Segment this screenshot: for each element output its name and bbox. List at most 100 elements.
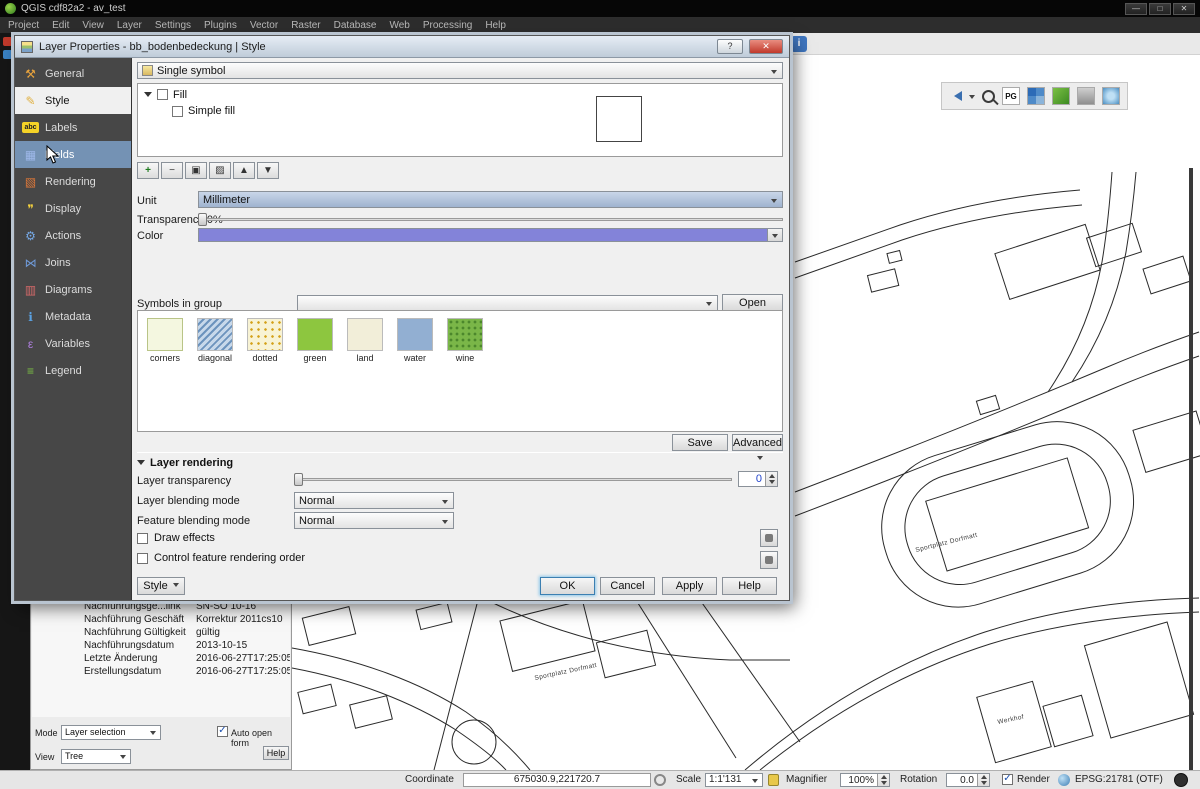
- draw-effects-checkbox[interactable]: [137, 533, 148, 544]
- menu-database[interactable]: Database: [334, 20, 377, 31]
- messages-icon[interactable]: [1174, 773, 1188, 787]
- color-dropdown-icon[interactable]: [767, 229, 782, 241]
- result-row[interactable]: Erstellungsdatum2016-06-27T17:25:05: [32, 665, 290, 678]
- renderer-combo[interactable]: Single symbol: [137, 62, 783, 79]
- result-row[interactable]: Nachführungsdatum2013-10-15: [32, 639, 290, 652]
- sidebar-item-display[interactable]: ❞Display: [15, 195, 131, 222]
- sidebar-item-style[interactable]: ✎Style: [15, 87, 131, 114]
- tree-item-simple-fill[interactable]: Simple fill: [172, 105, 235, 117]
- postgis-icon[interactable]: PG: [1002, 87, 1020, 105]
- menu-raster[interactable]: Raster: [291, 20, 320, 31]
- symbol-swatch[interactable]: water: [395, 318, 435, 363]
- spin-arrows-icon[interactable]: [977, 774, 989, 786]
- unit-combo[interactable]: Millimeter: [198, 191, 783, 208]
- apply-button[interactable]: Apply: [662, 577, 717, 595]
- effects-options-button[interactable]: [760, 529, 778, 547]
- sidebar-item-general[interactable]: ⚒General: [15, 60, 131, 87]
- collapse-icon[interactable]: [137, 460, 145, 469]
- result-row[interactable]: Nachführung GeschäftKorrektur 2011cs10: [32, 613, 290, 626]
- layer-blending-combo[interactable]: Normal: [294, 492, 454, 509]
- spin-arrows-icon[interactable]: [877, 774, 889, 786]
- dialog-close-icon[interactable]: ✕: [749, 39, 783, 54]
- panel-help-button[interactable]: Help: [263, 746, 289, 760]
- menu-project[interactable]: Project: [8, 20, 39, 31]
- minimize-button[interactable]: —: [1125, 3, 1147, 15]
- sidebar-item-metadata[interactable]: ℹMetadata: [15, 303, 131, 330]
- color-button[interactable]: [198, 228, 783, 242]
- symbol-swatch[interactable]: land: [345, 318, 385, 363]
- menu-settings[interactable]: Settings: [155, 20, 191, 31]
- menu-layer[interactable]: Layer: [117, 20, 142, 31]
- menu-processing[interactable]: Processing: [423, 20, 472, 31]
- sidebar-item-rendering[interactable]: ▧Rendering: [15, 168, 131, 195]
- spin-arrows-icon[interactable]: [765, 472, 777, 486]
- close-button[interactable]: ✕: [1173, 3, 1195, 15]
- open-library-button[interactable]: Open Library: [722, 294, 783, 311]
- remove-symbol-layer-button[interactable]: −: [161, 162, 183, 179]
- wms-layer-icon[interactable]: [1102, 87, 1120, 105]
- render-checkbox[interactable]: [1002, 774, 1013, 785]
- tree-item-fill[interactable]: Fill: [144, 88, 187, 101]
- add-symbol-layer-button[interactable]: +: [137, 162, 159, 179]
- menu-view[interactable]: View: [82, 20, 104, 31]
- result-row[interactable]: Nachführungsge...linkSN-SO 10-16: [32, 600, 290, 613]
- coordinate-input[interactable]: 675030.9,221720.7: [463, 773, 651, 787]
- feature-blending-combo[interactable]: Normal: [294, 512, 454, 529]
- symbol-swatch[interactable]: dotted: [245, 318, 285, 363]
- sidebar-item-variables[interactable]: εVariables: [15, 330, 131, 357]
- symbol-swatch[interactable]: wine: [445, 318, 485, 363]
- view-combo[interactable]: Tree: [61, 749, 131, 764]
- menu-plugins[interactable]: Plugins: [204, 20, 237, 31]
- result-row[interactable]: Letzte Änderung2016-06-27T17:25:05: [32, 652, 290, 665]
- spatialite-icon[interactable]: [1027, 87, 1045, 105]
- info-icon[interactable]: i: [791, 36, 807, 52]
- slider-handle[interactable]: [198, 213, 207, 226]
- identify-results-list[interactable]: Nachführungsge...linkSN-SO 10-16 Nachfüh…: [32, 599, 290, 717]
- order-options-button[interactable]: [760, 551, 778, 569]
- move-up-button[interactable]: ▲: [233, 162, 255, 179]
- move-down-button[interactable]: ▼: [257, 162, 279, 179]
- toolbar-icon[interactable]: [3, 50, 12, 59]
- menu-vector[interactable]: Vector: [250, 20, 278, 31]
- sidebar-item-joins[interactable]: ⋈Joins: [15, 249, 131, 276]
- rotation-spinbox[interactable]: 0.0: [946, 773, 990, 787]
- dialog-help-icon[interactable]: ?: [717, 39, 743, 54]
- control-order-checkbox[interactable]: [137, 553, 148, 564]
- maximize-button[interactable]: □: [1149, 3, 1171, 15]
- mouse-position-icon[interactable]: [654, 774, 666, 786]
- symbols-group-combo[interactable]: [297, 295, 718, 311]
- sidebar-item-fields[interactable]: ▦Fields: [15, 141, 131, 168]
- menu-edit[interactable]: Edit: [52, 20, 69, 31]
- chevron-down-icon[interactable]: [969, 95, 975, 102]
- advanced-button[interactable]: Advanced: [732, 434, 783, 451]
- style-menu-button[interactable]: Style: [137, 577, 185, 595]
- lock-color-button[interactable]: ▣: [185, 162, 207, 179]
- layer-rendering-header[interactable]: Layer rendering: [137, 456, 233, 469]
- sidebar-item-diagrams[interactable]: ▥Diagrams: [15, 276, 131, 303]
- expander-icon[interactable]: [144, 92, 152, 101]
- auto-open-checkbox[interactable]: [217, 726, 228, 737]
- window-titlebar[interactable]: QGIS cdf82a2 - av_test — □ ✕: [0, 0, 1200, 17]
- layer-transparency-spinbox[interactable]: 0: [738, 471, 778, 487]
- symbol-layer-tree[interactable]: Fill Simple fill: [137, 83, 783, 157]
- cancel-button[interactable]: Cancel: [600, 577, 655, 595]
- layer-transparency-slider[interactable]: [294, 472, 732, 487]
- dialog-titlebar[interactable]: Layer Properties - bb_bodenbedeckung | S…: [15, 36, 789, 58]
- sidebar-item-legend[interactable]: ≡Legend: [15, 357, 131, 384]
- toolbar-icon[interactable]: [3, 37, 12, 46]
- duplicate-symbol-layer-button[interactable]: ▨: [209, 162, 231, 179]
- virtual-layer-icon[interactable]: [1052, 87, 1070, 105]
- sidebar-item-labels[interactable]: abcLabels: [15, 114, 131, 141]
- transparency-slider[interactable]: [198, 212, 783, 227]
- symbol-swatch[interactable]: corners: [145, 318, 185, 363]
- arrow-left-icon[interactable]: [949, 91, 962, 101]
- magnifier-spinbox[interactable]: 100%: [840, 773, 890, 787]
- crs-globe-icon[interactable]: [1058, 774, 1070, 786]
- mode-combo[interactable]: Layer selection: [61, 725, 161, 740]
- lock-scale-icon[interactable]: [768, 774, 779, 786]
- menu-help[interactable]: Help: [485, 20, 506, 31]
- ok-button[interactable]: OK: [540, 577, 595, 595]
- scale-combo[interactable]: 1:1'131: [705, 773, 763, 787]
- epsg-status[interactable]: EPSG:21781 (OTF): [1075, 774, 1163, 785]
- slider-handle[interactable]: [294, 473, 303, 486]
